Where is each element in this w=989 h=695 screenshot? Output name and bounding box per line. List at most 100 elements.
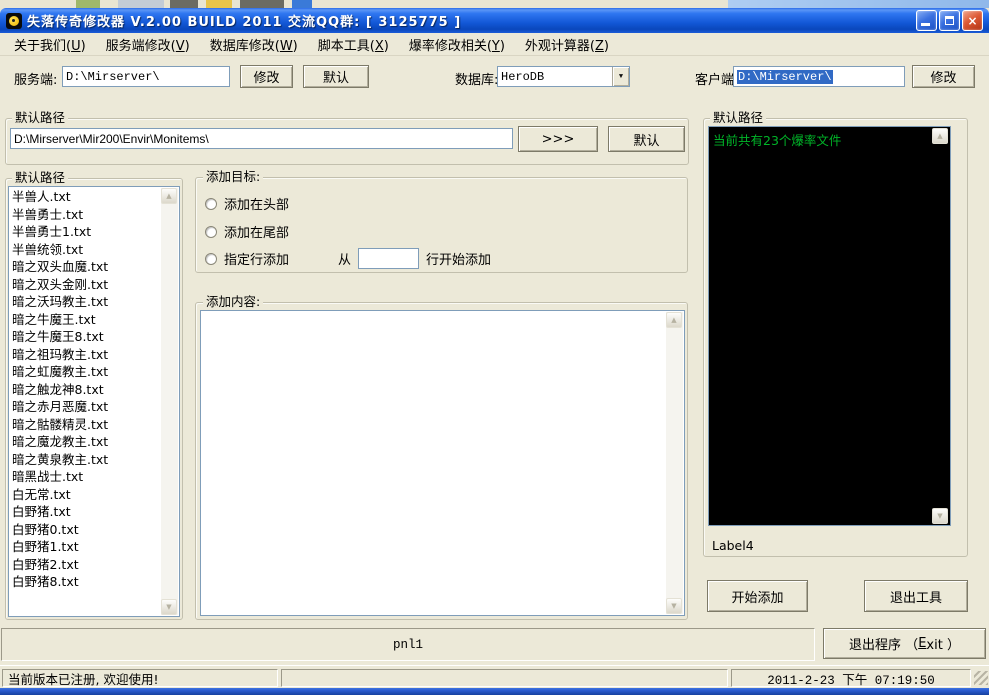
list-item[interactable]: 白野猪2.txt [9, 556, 161, 574]
radio-add-line[interactable]: 指定行添加 从 行开始添加 [205, 248, 491, 269]
maximize-button[interactable] [939, 10, 960, 31]
close-icon: × [967, 14, 977, 28]
database-value: HeroDB [498, 70, 612, 84]
scroll-up-icon[interactable]: ▲ [666, 312, 682, 328]
list-item[interactable]: 暗之祖玛教主.txt [9, 346, 161, 364]
list-item[interactable]: 暗之沃玛教主.txt [9, 293, 161, 311]
radio-icon[interactable] [205, 226, 217, 238]
list-item[interactable]: 暗黑战士.txt [9, 468, 161, 486]
path-default-button[interactable]: 默认 [608, 126, 685, 152]
client-modify-button[interactable]: 修改 [912, 65, 975, 88]
content-scrollbar[interactable]: ▲ ▼ [666, 312, 683, 614]
list-item[interactable]: 白无常.txt [9, 486, 161, 504]
menu-item-4[interactable]: 脚本工具(X) [308, 32, 399, 57]
background-window-edge [0, 0, 989, 8]
list-item[interactable]: 暗之黄泉教主.txt [9, 451, 161, 469]
list-item[interactable]: 半兽勇士.txt [9, 206, 161, 224]
combo-arrow-icon[interactable]: ▼ [612, 67, 629, 86]
list-item[interactable]: 暗之双头血魔.txt [9, 258, 161, 276]
status-middle [281, 669, 728, 687]
background-toolbar-icon [292, 0, 312, 8]
scroll-down-icon[interactable]: ▼ [666, 598, 682, 614]
server-label: 服务端: [14, 69, 57, 88]
database-combobox[interactable]: HeroDB ▼ [497, 66, 630, 87]
scroll-down-icon[interactable]: ▼ [932, 508, 948, 524]
menu-item-6[interactable]: 外观计算器(Z) [515, 32, 619, 57]
list-item[interactable]: 暗之牛魔王.txt [9, 311, 161, 329]
client-path-input[interactable]: D:\Mirserver\ [733, 66, 905, 87]
minimize-button[interactable] [916, 10, 937, 31]
result-console[interactable]: 当前共有23个爆率文件 ▲ ▼ [708, 126, 951, 526]
minimize-icon [921, 23, 930, 26]
list-item[interactable]: 半兽人.txt [9, 188, 161, 206]
menu-item-3[interactable]: 数据库修改(W) [200, 32, 308, 57]
list-item[interactable]: 暗之赤月恶魔.txt [9, 398, 161, 416]
client-area: 服务端: D:\Mirserver\ 修改 默认 数据库: HeroDB ▼ 客… [0, 56, 989, 665]
console-scrollbar[interactable]: ▲ ▼ [932, 128, 949, 524]
list-item[interactable]: 白野猪0.txt [9, 521, 161, 539]
resize-grip[interactable] [974, 671, 988, 685]
list-item[interactable]: 暗之触龙神8.txt [9, 381, 161, 399]
radio-icon[interactable] [205, 253, 217, 265]
background-folder-icon [206, 0, 232, 8]
file-listbox[interactable]: 半兽人.txt半兽勇士.txt半兽勇士1.txt半兽统领.txt暗之双头血魔.t… [8, 186, 180, 617]
client-label: 客户端: [695, 69, 738, 88]
background-toolbar-icon [118, 0, 164, 8]
content-textarea[interactable]: ▲ ▼ [200, 310, 685, 616]
app-window: 失落传奇修改器 V.2.00 BUILD 2011 交流QQ群: [ 31257… [0, 8, 989, 688]
line-suffix-label: 行开始添加 [426, 249, 491, 268]
list-item[interactable]: 白野猪8.txt [9, 573, 161, 591]
add-target-title: 添加目标: [203, 170, 263, 184]
list-item[interactable]: 暗之魔龙教主.txt [9, 433, 161, 451]
list-item[interactable]: 白野猪1.txt [9, 538, 161, 556]
content-text [203, 313, 664, 613]
background-window-blue [728, 0, 989, 8]
background-toolbar-text [170, 0, 198, 8]
file-list: 半兽人.txt半兽勇士.txt半兽勇士1.txt半兽统领.txt暗之双头血魔.t… [9, 188, 161, 615]
screen: 失落传奇修改器 V.2.00 BUILD 2011 交流QQ群: [ 31257… [0, 0, 989, 695]
taskbar-edge [0, 688, 989, 695]
list-item[interactable]: 暗之骷髅精灵.txt [9, 416, 161, 434]
list-item[interactable]: 暗之双头金刚.txt [9, 276, 161, 294]
list-item[interactable]: 半兽勇士1.txt [9, 223, 161, 241]
label4: Label4 [712, 538, 754, 553]
line-number-input[interactable] [358, 248, 419, 269]
radio-add-head[interactable]: 添加在头部 [205, 194, 289, 213]
file-list-scrollbar[interactable]: ▲ ▼ [161, 188, 178, 615]
titlebar[interactable]: 失落传奇修改器 V.2.00 BUILD 2011 交流QQ群: [ 31257… [0, 8, 989, 33]
status-datetime: 2011-2-23 下午 07:19:50 [731, 669, 971, 687]
app-icon [6, 13, 22, 29]
monitems-path-input[interactable]: D:\Mirserver\Mir200\Envir\Monitems\ [10, 128, 513, 149]
radio-icon[interactable] [205, 198, 217, 210]
browse-button[interactable]: >>> [518, 126, 598, 152]
maximize-icon [945, 16, 954, 25]
scroll-up-icon[interactable]: ▲ [932, 128, 948, 144]
menu-item-1[interactable]: 关于我们(U) [4, 32, 96, 57]
list-item[interactable]: 暗之虹魔教主.txt [9, 363, 161, 381]
file-group-title: 默认路径 [12, 171, 68, 185]
list-item[interactable]: 白野猪.txt [9, 503, 161, 521]
server-modify-button[interactable]: 修改 [240, 65, 293, 88]
window-title: 失落传奇修改器 V.2.00 BUILD 2011 交流QQ群: [ 31257… [27, 11, 461, 30]
server-path-input[interactable]: D:\Mirserver\ [62, 66, 230, 87]
panel-name-label: pnl1 [393, 638, 423, 652]
scroll-down-icon[interactable]: ▼ [161, 599, 177, 615]
background-toolbar-text [240, 0, 284, 8]
close-button[interactable]: × [962, 10, 983, 31]
exit-program-button[interactable]: 退出程序 （ Exit ） [823, 628, 986, 659]
radio-add-tail[interactable]: 添加在尾部 [205, 222, 289, 241]
exit-tool-button[interactable]: 退出工具 [864, 580, 968, 612]
database-label: 数据库: [455, 69, 498, 88]
start-add-button[interactable]: 开始添加 [707, 580, 808, 612]
path-group-title: 默认路径 [12, 111, 68, 125]
list-item[interactable]: 暗之牛魔王8.txt [9, 328, 161, 346]
from-label: 从 [338, 249, 351, 268]
menu-bar: 关于我们(U)服务端修改(V)数据库修改(W)脚本工具(X)爆率修改相关(Y)外… [0, 33, 989, 56]
add-content-title: 添加内容: [203, 295, 263, 309]
background-toolbar-icon [76, 0, 100, 8]
scroll-up-icon[interactable]: ▲ [161, 188, 177, 204]
server-default-button[interactable]: 默认 [303, 65, 369, 88]
menu-item-5[interactable]: 爆率修改相关(Y) [399, 32, 515, 57]
list-item[interactable]: 半兽统领.txt [9, 241, 161, 259]
menu-item-2[interactable]: 服务端修改(V) [96, 32, 200, 57]
